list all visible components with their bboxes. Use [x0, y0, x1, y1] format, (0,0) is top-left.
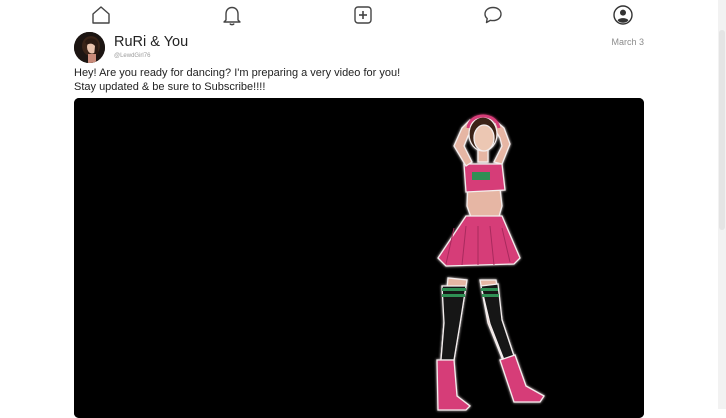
- home-button[interactable]: [88, 2, 114, 28]
- top-navigation: [0, 0, 718, 30]
- home-icon: [92, 6, 110, 24]
- messages-button[interactable]: [480, 2, 506, 28]
- author-handle[interactable]: @LewdGirl76: [114, 53, 150, 59]
- scrollbar[interactable]: [718, 0, 726, 409]
- scrollbar-thumb[interactable]: [719, 30, 725, 230]
- author-name[interactable]: RuRi & You: [114, 34, 188, 50]
- post-text-line-1: Hey! Are you ready for dancing? I'm prep…: [74, 67, 401, 79]
- chat-bubble-icon: [484, 6, 502, 24]
- user-circle-icon: [613, 5, 633, 25]
- notifications-button[interactable]: [219, 2, 245, 28]
- post-header: RuRi & You @LewdGirl76 March 3: [74, 32, 646, 64]
- plus-square-icon: [354, 6, 372, 24]
- bell-icon: [223, 6, 241, 26]
- post-text: Hey! Are you ready for dancing? I'm prep…: [74, 66, 634, 94]
- dancer-illustration: [74, 98, 644, 418]
- create-post-button[interactable]: [350, 2, 376, 28]
- post-media-image[interactable]: [74, 98, 644, 418]
- post-text-line-2: Stay updated & be sure to Subscribe!!!!: [74, 81, 266, 93]
- avatar[interactable]: [74, 32, 105, 63]
- post-date: March 3: [611, 37, 644, 47]
- profile-button[interactable]: [610, 2, 636, 28]
